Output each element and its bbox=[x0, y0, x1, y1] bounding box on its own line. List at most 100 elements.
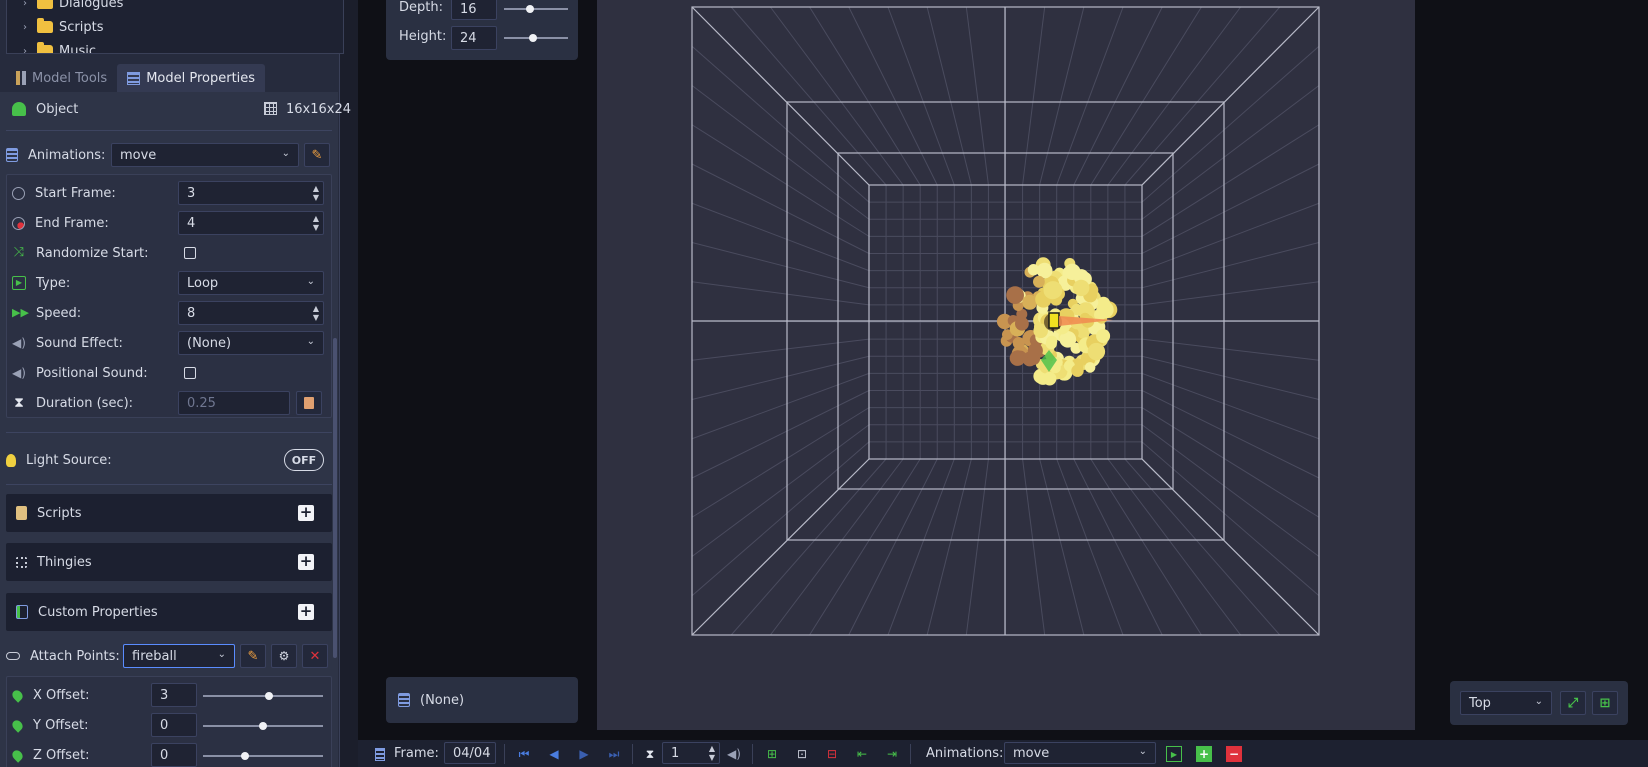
custom-properties-group[interactable]: Custom Properties + bbox=[6, 593, 332, 631]
animations-dropdown[interactable]: move ⌄ bbox=[111, 143, 299, 167]
move-frame-right-icon[interactable]: ⇥ bbox=[882, 744, 902, 764]
delete-frame-icon[interactable]: ⊟ bbox=[822, 744, 842, 764]
attach-points-value: fireball bbox=[132, 648, 177, 664]
add-view-button[interactable]: ⊞ bbox=[1592, 691, 1618, 715]
thingies-group[interactable]: Thingies + bbox=[6, 543, 332, 581]
attach-model-panel[interactable]: (None) bbox=[386, 677, 578, 723]
chevron-down-icon: ⌄ bbox=[281, 148, 290, 159]
end-frame-input[interactable]: 4 ▲ ▼ bbox=[178, 211, 324, 235]
slider-handle[interactable] bbox=[241, 752, 249, 760]
depth-slider[interactable] bbox=[504, 5, 568, 13]
add-frame-icon[interactable]: ⊞ bbox=[762, 744, 782, 764]
animations-label: Animations: bbox=[28, 147, 106, 163]
attach-point-settings-button[interactable]: ⚙ bbox=[271, 644, 297, 668]
previous-frame-icon[interactable]: ◀ bbox=[544, 744, 564, 764]
attach-points-dropdown[interactable]: fireball ⌄ bbox=[123, 644, 235, 668]
duplicate-frame-icon[interactable]: ⊡ bbox=[792, 744, 812, 764]
file-tree: › Dialogues › Scripts › Music bbox=[6, 0, 344, 54]
x-offset-input[interactable]: 3 bbox=[151, 683, 197, 707]
frame-input[interactable]: 04/04 bbox=[444, 742, 496, 764]
view-value: Top bbox=[1469, 695, 1491, 711]
stepper-icon[interactable]: ▲ ▼ bbox=[709, 744, 715, 762]
height-slider[interactable] bbox=[504, 34, 568, 42]
chevron-down-icon: ⌄ bbox=[217, 649, 226, 660]
toolbar-animations-dropdown[interactable]: move ⌄ bbox=[1004, 742, 1156, 764]
positional-sound-checkbox[interactable] bbox=[184, 367, 196, 379]
viewport-grid bbox=[691, 6, 1320, 636]
stepper-icon[interactable]: ▲ ▼ bbox=[313, 304, 319, 322]
light-source-toggle[interactable]: OFF bbox=[284, 449, 324, 471]
grid-line bbox=[848, 6, 938, 186]
attach-point-marker[interactable] bbox=[1048, 312, 1060, 329]
edit-animation-button[interactable]: ✎ bbox=[304, 143, 330, 167]
scroll-icon bbox=[16, 506, 27, 520]
chevron-right-icon[interactable]: › bbox=[23, 0, 31, 9]
type-dropdown[interactable]: Loop ⌄ bbox=[178, 271, 324, 295]
start-frame-input[interactable]: 3 ▲ ▼ bbox=[178, 181, 324, 205]
3d-viewport[interactable] bbox=[597, 0, 1415, 730]
frame-duration-input[interactable]: 1 ▲ ▼ bbox=[662, 742, 720, 764]
panel-tabs: Model Tools Model Properties bbox=[6, 64, 266, 92]
folder-icon bbox=[37, 18, 53, 33]
tree-item-scripts[interactable]: › Scripts bbox=[23, 16, 103, 38]
model-voxel bbox=[1064, 263, 1081, 280]
slider-handle[interactable] bbox=[528, 34, 537, 42]
slider-handle[interactable] bbox=[265, 692, 273, 700]
grid-line bbox=[809, 6, 921, 186]
grid-line bbox=[691, 424, 870, 557]
object-label: Object bbox=[36, 101, 79, 117]
grid-line bbox=[1141, 372, 1320, 440]
randomize-start-checkbox[interactable] bbox=[184, 247, 196, 259]
move-frame-left-icon[interactable]: ⇤ bbox=[852, 744, 872, 764]
play-animation-icon[interactable]: ▶ bbox=[1166, 746, 1182, 762]
fit-view-button[interactable]: ⤢ bbox=[1560, 691, 1586, 715]
y-offset-label: Y Offset: bbox=[33, 717, 89, 733]
height-input[interactable]: 24 bbox=[451, 26, 497, 50]
chevron-right-icon[interactable]: › bbox=[23, 22, 31, 33]
grid-line bbox=[691, 124, 870, 237]
tab-model-properties[interactable]: Model Properties bbox=[117, 64, 266, 92]
properties-scrollbar[interactable] bbox=[333, 338, 337, 658]
remove-animation-icon[interactable]: − bbox=[1226, 746, 1242, 762]
slider-handle[interactable] bbox=[525, 5, 534, 13]
z-offset-slider[interactable] bbox=[203, 752, 323, 760]
y-offset-input[interactable]: 0 bbox=[151, 713, 197, 737]
light-source-label: Light Source: bbox=[26, 452, 112, 468]
next-frame-icon[interactable]: ▶ bbox=[574, 744, 594, 764]
add-thingy-button[interactable]: + bbox=[298, 554, 314, 570]
grid-line bbox=[887, 458, 955, 636]
speaker-icon[interactable]: ◀) bbox=[724, 744, 744, 764]
tab-model-tools[interactable]: Model Tools bbox=[6, 64, 117, 92]
tree-item-music[interactable]: › Music bbox=[23, 40, 96, 54]
map-pin-icon bbox=[10, 717, 25, 733]
stepper-icon[interactable]: ▲ ▼ bbox=[313, 214, 319, 232]
y-offset-slider[interactable] bbox=[203, 722, 323, 730]
tools-icon bbox=[16, 71, 26, 85]
add-script-button[interactable]: + bbox=[298, 505, 314, 521]
z-offset-input[interactable]: 0 bbox=[151, 743, 197, 767]
tree-item-dialogues[interactable]: › Dialogues bbox=[23, 0, 123, 14]
speed-input[interactable]: 8 ▲ ▼ bbox=[178, 301, 324, 325]
edit-attach-point-button[interactable]: ✎ bbox=[240, 644, 266, 668]
divider bbox=[910, 744, 911, 764]
last-frame-icon[interactable]: ⏭ bbox=[604, 744, 624, 764]
view-dropdown[interactable]: Top ⌄ bbox=[1460, 691, 1552, 715]
frame-value: 04/04 bbox=[453, 745, 491, 761]
delete-attach-point-button[interactable]: ✕ bbox=[302, 644, 328, 668]
stepper-icon[interactable]: ▲ ▼ bbox=[313, 184, 319, 202]
grid-line bbox=[1090, 6, 1202, 186]
sound-effect-dropdown[interactable]: (None) ⌄ bbox=[178, 331, 324, 355]
add-animation-icon[interactable]: + bbox=[1196, 746, 1212, 762]
toolbar-animations-value: move bbox=[1013, 745, 1050, 761]
chevron-right-icon[interactable]: › bbox=[23, 46, 31, 54]
scripts-group[interactable]: Scripts + bbox=[6, 494, 332, 532]
first-frame-icon[interactable]: ⏮ bbox=[514, 744, 534, 764]
grid-line bbox=[1141, 124, 1320, 237]
slider-handle[interactable] bbox=[259, 722, 267, 730]
divider bbox=[6, 484, 332, 485]
add-custom-property-button[interactable]: + bbox=[298, 604, 314, 620]
x-offset-slider[interactable] bbox=[203, 692, 323, 700]
paste-duration-button[interactable] bbox=[296, 391, 322, 415]
depth-input[interactable]: 16 bbox=[451, 0, 497, 20]
animations-value: move bbox=[120, 147, 157, 163]
